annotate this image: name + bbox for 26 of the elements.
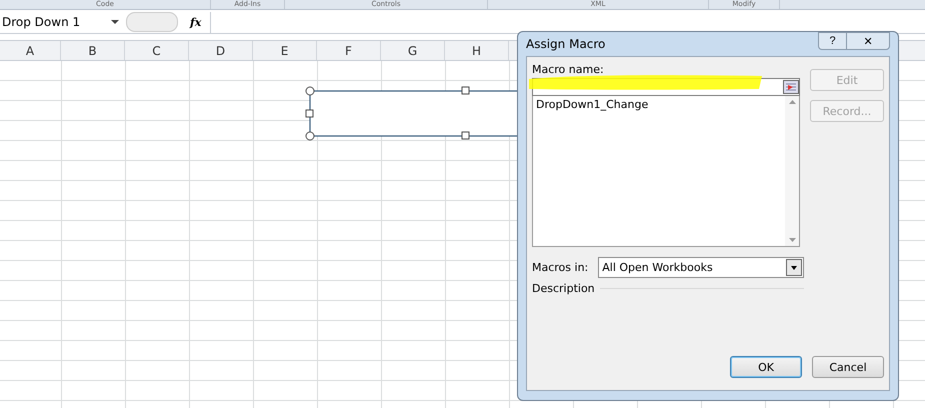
name-box[interactable]: Drop Down 1: [0, 15, 110, 29]
macros-in-dropdown[interactable]: All Open Workbooks: [598, 257, 804, 278]
caret-icon[interactable]: [786, 259, 802, 276]
insert-function-button[interactable]: fx: [190, 16, 210, 28]
column-header[interactable]: H: [445, 41, 509, 60]
column-header[interactable]: C: [125, 41, 189, 60]
field-label: Macro name:: [532, 63, 605, 76]
scroll-up-icon[interactable]: [788, 100, 796, 104]
macro-list-item[interactable]: DropDown1_Change: [536, 98, 782, 111]
column-header[interactable]: G: [381, 41, 445, 60]
help-button[interactable]: ?: [818, 32, 846, 50]
caret-icon[interactable]: [110, 19, 120, 25]
dialog-button[interactable]: Cancel: [812, 356, 884, 378]
column-header[interactable]: D: [189, 41, 253, 60]
close-button[interactable]: ✕: [846, 32, 890, 50]
column-header[interactable]: A: [0, 41, 61, 60]
field-label: Macros in:: [532, 261, 588, 274]
section-label: Description: [532, 282, 595, 295]
scroll-down-icon[interactable]: [788, 238, 796, 242]
column-header[interactable]: E: [253, 41, 317, 60]
dialog-button[interactable]: OK: [730, 356, 802, 378]
column-header[interactable]: F: [317, 41, 381, 60]
collapse-dialog-icon[interactable]: [783, 80, 799, 94]
column-header[interactable]: B: [61, 41, 125, 60]
formula-bar-handle[interactable]: [126, 12, 178, 32]
dialog-title: Assign Macro: [526, 37, 606, 51]
